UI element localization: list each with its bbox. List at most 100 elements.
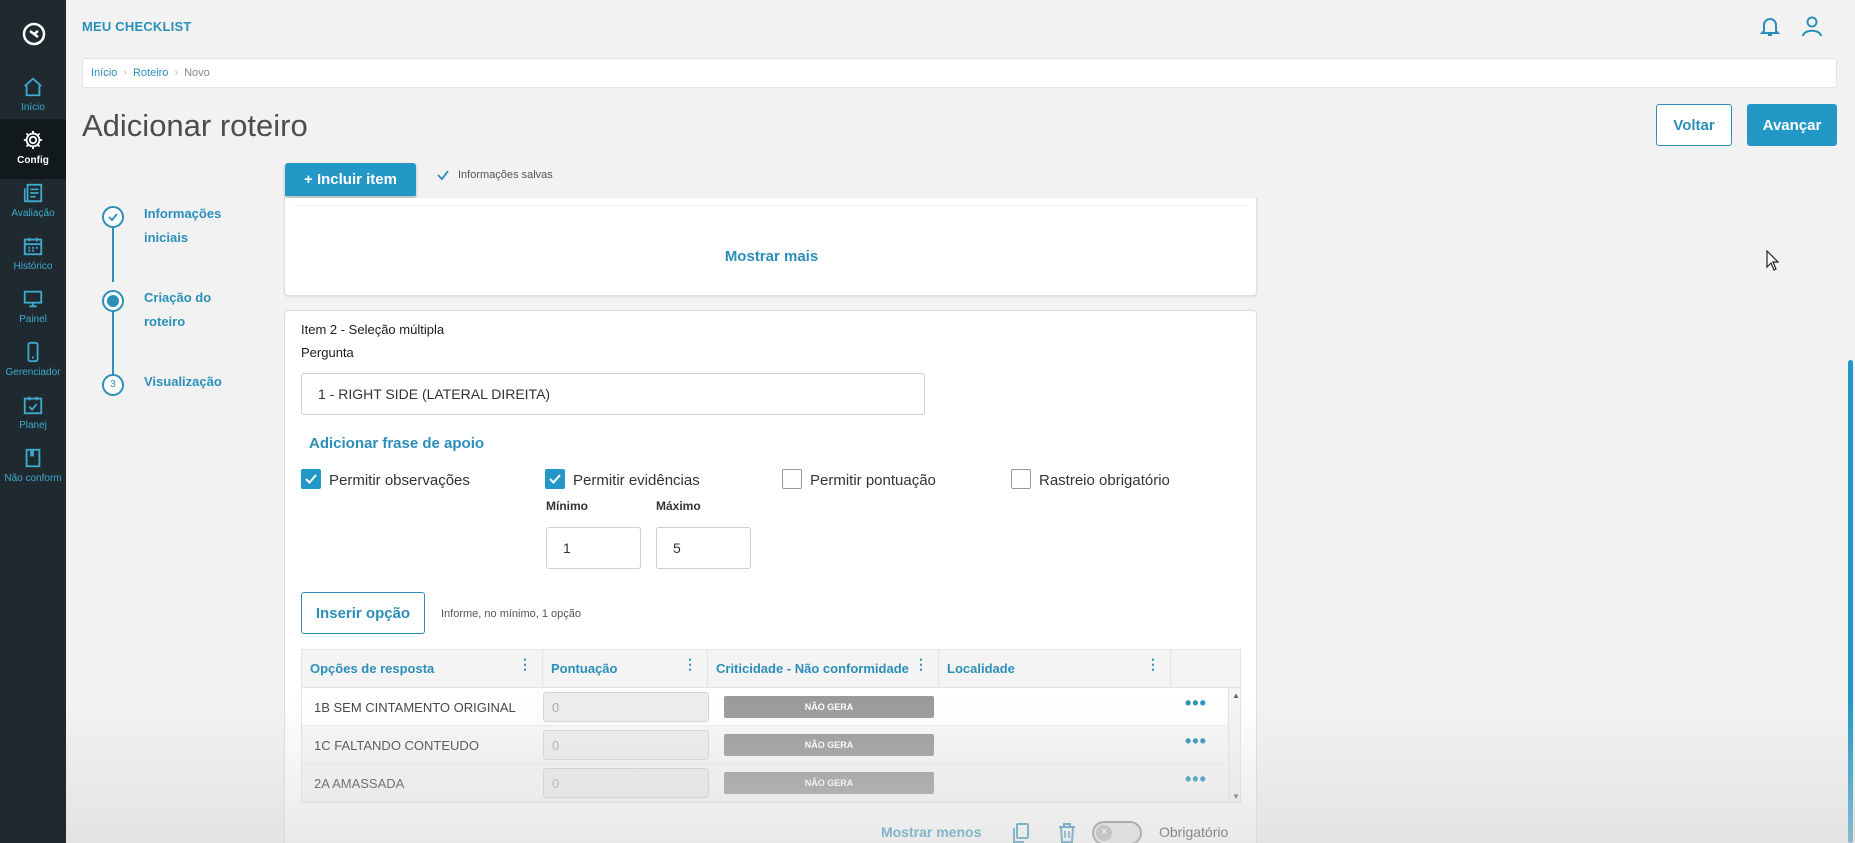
option-name: 1B SEM CINTAMENTO ORIGINAL [314, 700, 516, 715]
criticality-badge[interactable]: NÃO GERA [724, 772, 934, 794]
sidebar-item-label: Gerenciador [5, 367, 61, 378]
row-more-icon[interactable]: ••• [1185, 770, 1207, 788]
sidebar-item-inicio[interactable]: Início [0, 66, 66, 126]
page-scrollbar-thumb[interactable] [1848, 360, 1853, 843]
grid-scrollbar[interactable]: ▲ ▼ [1228, 688, 1240, 802]
breadcrumb-item-inicio[interactable]: Início [91, 67, 117, 79]
book-icon [25, 448, 41, 468]
sidebar-item-gerenciador[interactable]: Gerenciador [0, 331, 66, 391]
mobile-icon [27, 341, 39, 363]
row-more-icon[interactable]: ••• [1185, 694, 1207, 712]
criticality-badge[interactable]: NÃO GERA [724, 734, 934, 756]
mouse-cursor-icon [1766, 250, 1780, 271]
show-less-link[interactable]: Mostrar menos [881, 824, 981, 840]
saved-status-text: Informações salvas [458, 168, 553, 181]
trash-icon[interactable] [1057, 822, 1077, 843]
allow-score-checkbox[interactable]: Permitir pontuação [782, 469, 936, 491]
sidebar: Início Config Avaliação Histórico Painel… [0, 0, 66, 843]
table-row[interactable]: 2A AMASSADA 0 NÃO GERA ••• [302, 764, 1240, 802]
sidebar-item-avaliacao[interactable]: Avaliação [0, 172, 66, 232]
sidebar-item-historico[interactable]: Histórico [0, 225, 66, 285]
scroll-up-icon[interactable]: ▲ [1232, 691, 1240, 700]
sidebar-item-label: Config [17, 155, 49, 166]
sidebar-item-painel[interactable]: Painel [0, 278, 66, 338]
column-header-label: Opções de resposta [310, 661, 435, 676]
row-more-icon[interactable]: ••• [1185, 732, 1207, 750]
step-label: Informações iniciais [144, 206, 222, 245]
checkbox-unchecked-icon [1011, 469, 1031, 489]
question-input[interactable] [301, 373, 925, 415]
breadcrumb-item-roteiro[interactable]: Roteiro [133, 67, 168, 79]
sidebar-item-label: Painel [19, 314, 47, 325]
max-input[interactable] [656, 527, 751, 569]
toggle-off-icon: × [1101, 826, 1108, 838]
sidebar-item-label: Avaliação [11, 208, 55, 219]
table-row[interactable]: 1C FALTANDO CONTEUDO 0 NÃO GERA ••• [302, 726, 1240, 764]
checkbox-label: Permitir evidências [573, 471, 700, 489]
column-menu-icon[interactable]: ⋮ [683, 657, 697, 671]
copy-icon[interactable] [1011, 822, 1031, 843]
item-footer: Mostrar menos × Obrigatório [285, 819, 1258, 843]
column-header-label: Pontuação [551, 661, 618, 676]
max-label: Máximo [656, 499, 701, 513]
show-more-link[interactable]: Mostrar mais [285, 248, 1258, 265]
checkbox-checked-icon [545, 469, 565, 489]
criticality-badge[interactable]: NÃO GERA [724, 696, 934, 718]
user-icon[interactable] [1800, 14, 1824, 38]
add-support-phrase-link[interactable]: Adicionar frase de apoio [309, 435, 484, 452]
mandatory-tracking-checkbox[interactable]: Rastreio obrigatório [1011, 469, 1170, 491]
sidebar-item-planej[interactable]: Planej [0, 384, 66, 444]
allow-evidence-checkbox[interactable]: Permitir evidências [545, 469, 700, 491]
home-icon [24, 77, 42, 97]
saved-status: Informações salvas [436, 168, 553, 182]
sidebar-item-label: Não conform [4, 473, 62, 484]
insert-option-button[interactable]: Inserir opção [301, 592, 425, 634]
column-menu-icon[interactable]: ⋮ [914, 657, 928, 671]
next-button[interactable]: Avançar [1747, 104, 1837, 146]
item-title: Item 2 - Seleção múltipla [301, 322, 445, 337]
previous-item-card: Mostrar mais [284, 198, 1257, 296]
checkbox-unchecked-icon [782, 469, 802, 489]
column-header-localidade[interactable]: Localidade ⋮ [939, 650, 1171, 688]
option-name: 2A AMASSADA [314, 776, 405, 791]
table-row[interactable]: 1B SEM CINTAMENTO ORIGINAL 0 NÃO GERA ••… [302, 688, 1240, 726]
evaluation-icon [23, 183, 43, 203]
check-icon [437, 170, 449, 181]
required-label: Obrigatório [1159, 824, 1229, 840]
checkbox-checked-icon [301, 469, 321, 489]
sidebar-item-label: Planej [19, 420, 47, 431]
scroll-down-icon[interactable]: ▼ [1232, 792, 1240, 801]
include-item-button[interactable]: + Incluir item [285, 163, 416, 196]
calendar-check-icon [23, 396, 43, 415]
column-menu-icon[interactable]: ⋮ [1146, 657, 1160, 671]
column-header-label: Criticidade - Não conformidade [716, 661, 909, 676]
bell-icon[interactable] [1758, 14, 1782, 38]
required-toggle[interactable]: × [1092, 821, 1142, 843]
column-header-opcoes[interactable]: Opções de resposta ⋮ [302, 650, 543, 688]
breadcrumb-item-current: Novo [184, 67, 210, 79]
column-header-label: Localidade [947, 661, 1015, 676]
column-menu-icon[interactable]: ⋮ [518, 657, 532, 671]
min-input[interactable] [546, 527, 641, 569]
column-header-pontuacao[interactable]: Pontuação ⋮ [543, 650, 708, 688]
app-logo-icon[interactable] [22, 22, 46, 46]
option-name: 1C FALTANDO CONTEUDO [314, 738, 479, 753]
app-title: MEU CHECKLIST [82, 19, 192, 34]
step-number: 3 [102, 374, 124, 396]
sidebar-item-config[interactable]: Config [0, 119, 66, 179]
breadcrumb-separator-icon: › [123, 67, 127, 79]
min-label: Mínimo [546, 499, 588, 513]
calendar-icon [23, 237, 43, 256]
sidebar-item-nao-conform[interactable]: Não conform [0, 437, 66, 497]
allow-observations-checkbox[interactable]: Permitir observações [301, 469, 470, 491]
back-button[interactable]: Voltar [1656, 104, 1732, 146]
step-current-indicator-icon [102, 290, 124, 312]
score-input: 0 [543, 692, 709, 722]
previous-item-grid-edge [295, 198, 1248, 206]
checkbox-label: Permitir observações [329, 471, 470, 489]
column-header-actions [1171, 650, 1240, 688]
top-bar: MEU CHECKLIST [66, 0, 1855, 52]
question-label: Pergunta [301, 345, 354, 360]
column-header-criticidade[interactable]: Criticidade - Não conformidade ⋮ [708, 650, 939, 688]
checkbox-label: Rastreio obrigatório [1039, 471, 1170, 489]
